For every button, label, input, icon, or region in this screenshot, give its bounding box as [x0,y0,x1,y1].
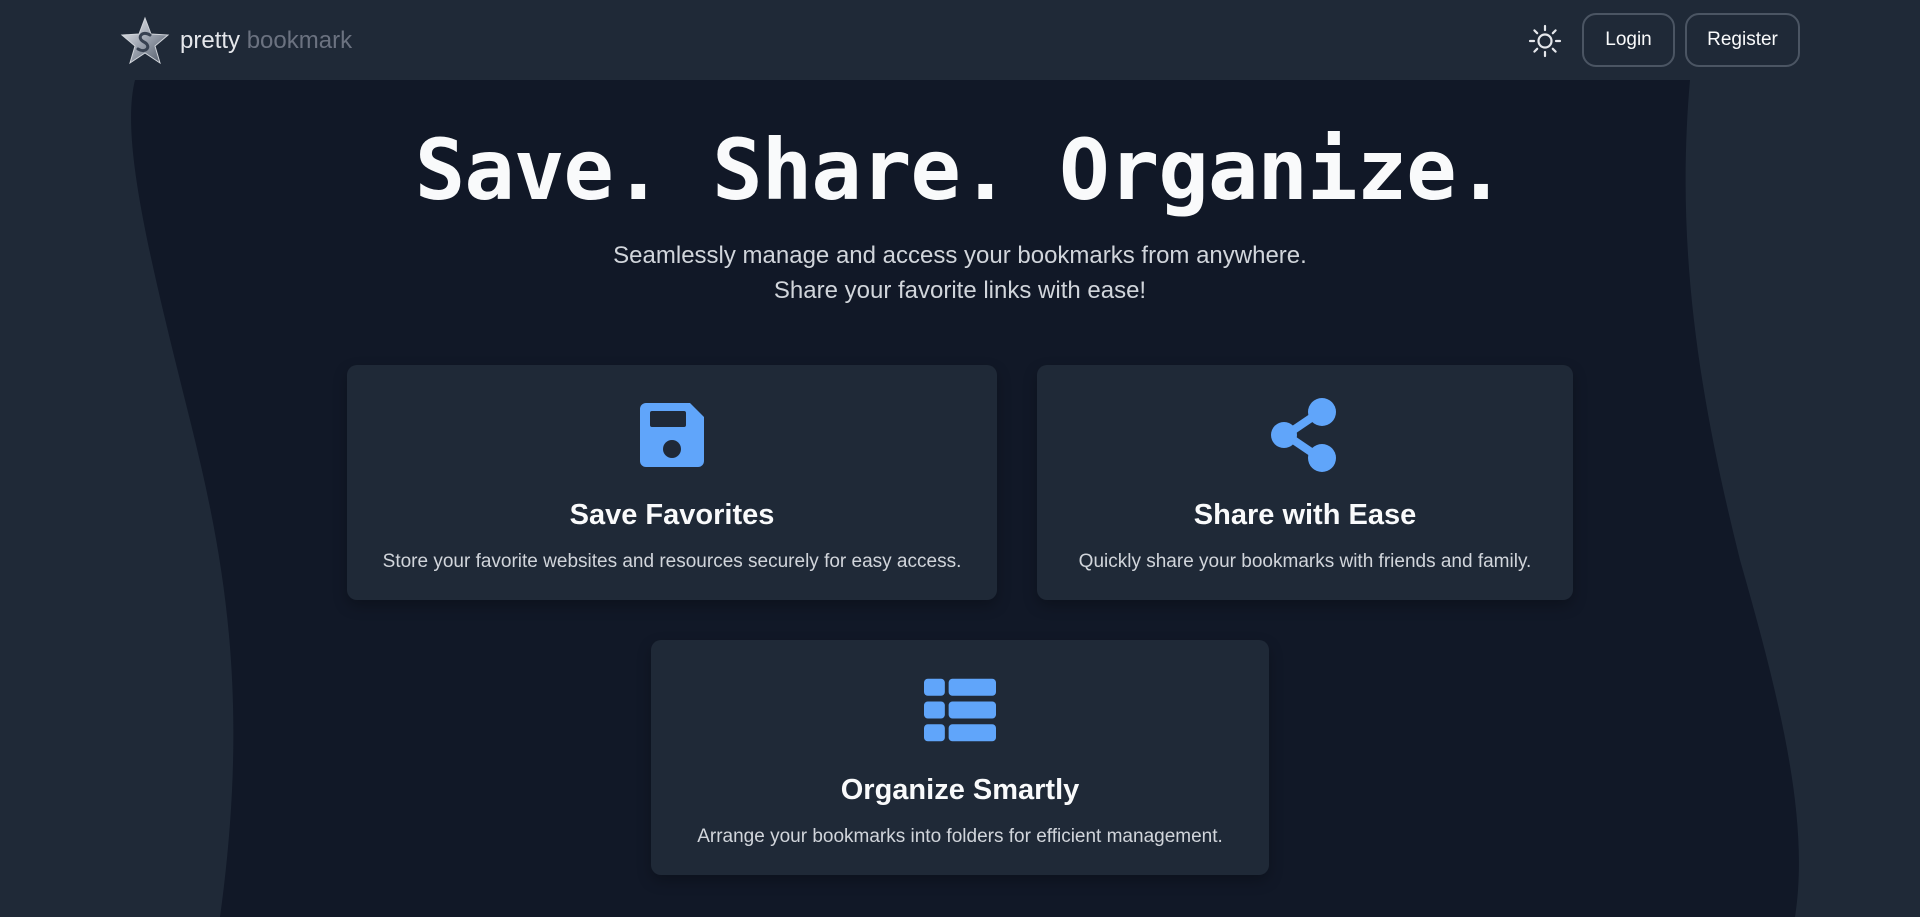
feature-title-organize: Organize Smartly [840,774,1080,806]
feature-card-organize: Organize Smartly Arrange your bookmarks … [651,640,1269,875]
sun-icon [1528,24,1562,58]
register-button[interactable]: Register [1685,13,1800,67]
hero-subtitle-line-2: Share your favorite links with ease! [773,277,1147,304]
feature-card-save: Save Favorites Store your favorite websi… [347,365,997,600]
hero-title: Save. Share. Organize. [414,121,1507,219]
brand-name: pretty bookmark [180,27,352,55]
star-logo-icon [120,16,170,65]
feature-description-save: Store your favorite websites and resourc… [382,551,962,572]
hero-subtitle: Seamlessly manage and access your bookma… [0,238,1920,308]
landing-page: pretty bookmark Login Register Save. Sha… [0,0,1920,917]
brand-word-bookmark: bookmark [246,27,353,54]
feature-description-organize: Arrange your bookmarks into folders for … [697,826,1223,847]
top-navbar: pretty bookmark Login Register [0,0,1920,80]
login-button[interactable]: Login [1582,13,1675,67]
brand-word-pretty: pretty [180,27,241,54]
floppy-disk-icon [640,403,704,467]
list-icon [924,678,996,742]
hero-subtitle-line-1: Seamlessly manage and access your bookma… [613,242,1307,269]
feature-title-share: Share with Ease [1193,499,1417,531]
share-icon [1271,398,1336,472]
theme-toggle-button[interactable] [1526,22,1564,60]
feature-title-save: Save Favorites [569,499,775,531]
feature-description-share: Quickly share your bookmarks with friend… [1078,551,1532,572]
brand-home-link[interactable]: pretty bookmark [120,16,352,65]
feature-card-share: Share with Ease Quickly share your bookm… [1037,365,1573,600]
